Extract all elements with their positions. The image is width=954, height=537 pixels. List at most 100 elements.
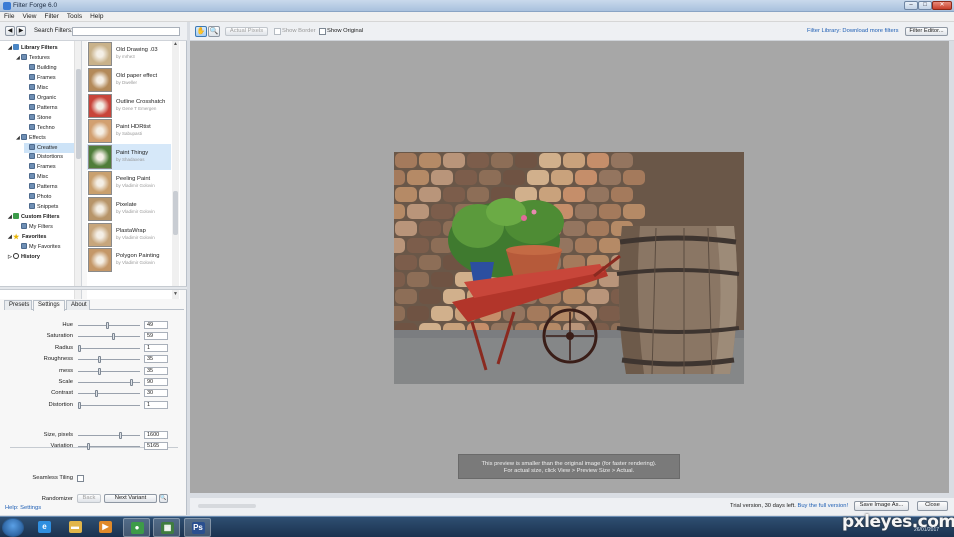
show-border-checkbox[interactable] bbox=[274, 28, 281, 35]
slider-value-input[interactable]: 59 bbox=[144, 332, 168, 341]
slider-thumb[interactable] bbox=[106, 322, 109, 329]
explorer-folder-taskbar-button[interactable]: ▬ bbox=[62, 518, 89, 537]
menu-file[interactable]: File bbox=[0, 12, 18, 22]
filter-list-item[interactable]: PlastaWrap by Vladimir Golovin bbox=[87, 222, 171, 248]
filter-list-item[interactable]: Old paper effect by Dweller bbox=[87, 67, 171, 93]
hand-tool-icon[interactable]: ✋ bbox=[195, 26, 207, 37]
tree-item-frames[interactable]: Frames bbox=[24, 162, 74, 172]
search-input[interactable] bbox=[72, 27, 180, 36]
chrome-taskbar-button[interactable]: ● bbox=[122, 518, 150, 537]
tree-item-my-filters[interactable]: My Filters bbox=[16, 222, 74, 232]
preview-area[interactable]: This preview is smaller than the origina… bbox=[190, 41, 949, 493]
tree-item-snippets[interactable]: Snippets bbox=[24, 202, 74, 212]
slider-value-input[interactable]: 30 bbox=[144, 389, 168, 398]
show-original-checkbox[interactable] bbox=[319, 28, 326, 35]
tree-item-organic[interactable]: Organic bbox=[24, 93, 74, 103]
filter-list-item[interactable]: Polygon Painting by Vladimir Golovin bbox=[87, 247, 171, 273]
back-arrow-icon[interactable]: ◀ bbox=[5, 26, 15, 36]
media-player-taskbar-button[interactable]: ▶ bbox=[92, 518, 119, 537]
slider-thumb[interactable] bbox=[119, 432, 122, 439]
tree-item-textures[interactable]: ◢ Textures bbox=[16, 53, 74, 63]
tree-item-stone[interactable]: Stone bbox=[24, 113, 74, 123]
filter-list-item[interactable]: Peeling Paint by Vladimir Golovin bbox=[87, 170, 171, 196]
filter-list-item[interactable]: Pixelate by Vladimir Golovin bbox=[87, 196, 171, 222]
menu-tools[interactable]: Tools bbox=[63, 12, 86, 22]
save-image-as-button[interactable]: Save Image As... bbox=[854, 501, 909, 511]
menu-filter[interactable]: Filter bbox=[40, 12, 62, 22]
tree-item-misc[interactable]: Misc bbox=[24, 172, 74, 182]
minimize-button[interactable]: – bbox=[904, 1, 918, 10]
slider-track[interactable] bbox=[78, 356, 140, 364]
slider-track[interactable] bbox=[78, 333, 140, 341]
tree-item-building[interactable]: Building bbox=[24, 63, 74, 73]
close-window-button[interactable]: ✕ bbox=[932, 1, 952, 10]
scroll-down-icon[interactable]: ▼ bbox=[172, 291, 179, 297]
internet-explorer-taskbar-button[interactable]: e bbox=[31, 518, 58, 537]
slider-track[interactable] bbox=[78, 390, 140, 398]
tree-item-photo[interactable]: Photo bbox=[24, 192, 74, 202]
slider-track[interactable] bbox=[78, 401, 140, 409]
filter-list-item[interactable]: Paint HDRtist by Sabupasti bbox=[87, 118, 171, 144]
randomizer-search-icon[interactable]: 🔍 bbox=[159, 494, 168, 503]
filter-list-scrollbar[interactable]: ▲ ▼ bbox=[172, 41, 179, 299]
randomizer-back-button[interactable]: Back bbox=[77, 494, 101, 503]
filter-library-link[interactable]: Filter Library: Download more filters bbox=[807, 28, 899, 34]
zoom-tool-icon[interactable]: 🔍 bbox=[208, 26, 220, 37]
slider-track[interactable] bbox=[78, 432, 140, 439]
menu-view[interactable]: View bbox=[18, 12, 40, 22]
tree-item-library-filters[interactable]: ◢ Library Filters bbox=[8, 43, 74, 53]
slider-value-input[interactable]: 49 bbox=[144, 321, 168, 329]
preview-horizontal-scrollbar[interactable] bbox=[198, 504, 256, 508]
tree-item-frames[interactable]: Frames bbox=[24, 73, 74, 83]
filter-list-item[interactable]: Old Drawing .03 by mrhe3 bbox=[87, 41, 171, 67]
slider-track[interactable] bbox=[78, 344, 140, 352]
tree-scrollbar[interactable] bbox=[74, 41, 81, 299]
slider-thumb[interactable] bbox=[78, 344, 81, 352]
tree-item-creative[interactable]: Creative bbox=[24, 142, 74, 153]
tab-settings[interactable]: Settings bbox=[33, 300, 65, 311]
panel-splitter[interactable] bbox=[0, 286, 187, 290]
slider-value-input[interactable]: 5165 bbox=[144, 442, 168, 451]
tree-item-techno[interactable]: Techno bbox=[24, 123, 74, 133]
filter-list-item[interactable]: Outline Crosshatch by Gene T Emergen bbox=[87, 93, 171, 119]
help-settings-link[interactable]: Help: Settings bbox=[5, 505, 41, 511]
slider-value-input[interactable]: 1 bbox=[144, 400, 168, 409]
slider-thumb[interactable] bbox=[95, 390, 98, 398]
tab-presets[interactable]: Presets bbox=[4, 300, 32, 310]
filter-editor-button[interactable]: Filter Editor... bbox=[905, 27, 948, 36]
start-button[interactable] bbox=[2, 518, 24, 537]
buy-full-version-link[interactable]: Buy the full version! bbox=[797, 503, 848, 509]
slider-thumb[interactable] bbox=[78, 401, 81, 409]
slider-track[interactable] bbox=[78, 379, 140, 386]
tree-item-favorites[interactable]: ◢★ Favorites bbox=[8, 232, 74, 242]
actual-pixels-button[interactable]: Actual Pixels bbox=[225, 27, 268, 36]
seamless-tiling-checkbox[interactable] bbox=[77, 475, 84, 482]
slider-track[interactable] bbox=[78, 443, 140, 451]
filter-list-item[interactable]: Paint Thingy by Shadaxeas bbox=[87, 144, 171, 171]
next-variant-button[interactable]: Next Variant bbox=[104, 494, 157, 503]
tree-item-patterns[interactable]: Patterns bbox=[24, 182, 74, 192]
tree-item-custom-filters[interactable]: ◢ Custom Filters bbox=[8, 212, 74, 222]
tree-item-distortions[interactable]: Distortions bbox=[24, 152, 74, 162]
tree-item-misc[interactable]: Misc bbox=[24, 83, 74, 93]
slider-thumb[interactable] bbox=[98, 367, 101, 375]
slider-track[interactable] bbox=[78, 367, 140, 375]
filter-forge-taskbar-button[interactable]: ▦ bbox=[153, 518, 180, 537]
slider-thumb[interactable] bbox=[98, 356, 101, 364]
tree-scroll-thumb[interactable] bbox=[76, 69, 81, 159]
slider-thumb[interactable] bbox=[112, 333, 115, 341]
slider-thumb[interactable] bbox=[130, 379, 133, 386]
maximize-button[interactable]: □ bbox=[918, 1, 932, 10]
close-button[interactable]: Close bbox=[917, 501, 948, 511]
slider-value-input[interactable]: 1600 bbox=[144, 431, 168, 439]
tree-item-effects[interactable]: ◢ Effects bbox=[16, 133, 74, 143]
slider-track[interactable] bbox=[78, 322, 140, 329]
slider-value-input[interactable]: 1 bbox=[144, 343, 168, 352]
tree-item-history[interactable]: ▷ History bbox=[8, 252, 74, 262]
preview-image[interactable] bbox=[394, 152, 744, 384]
scroll-up-icon[interactable]: ▲ bbox=[172, 41, 179, 47]
photoshop-taskbar-button[interactable]: Ps bbox=[183, 518, 211, 537]
menu-help[interactable]: Help bbox=[86, 12, 107, 22]
tree-item-patterns[interactable]: Patterns bbox=[24, 103, 74, 113]
slider-thumb[interactable] bbox=[87, 443, 90, 451]
